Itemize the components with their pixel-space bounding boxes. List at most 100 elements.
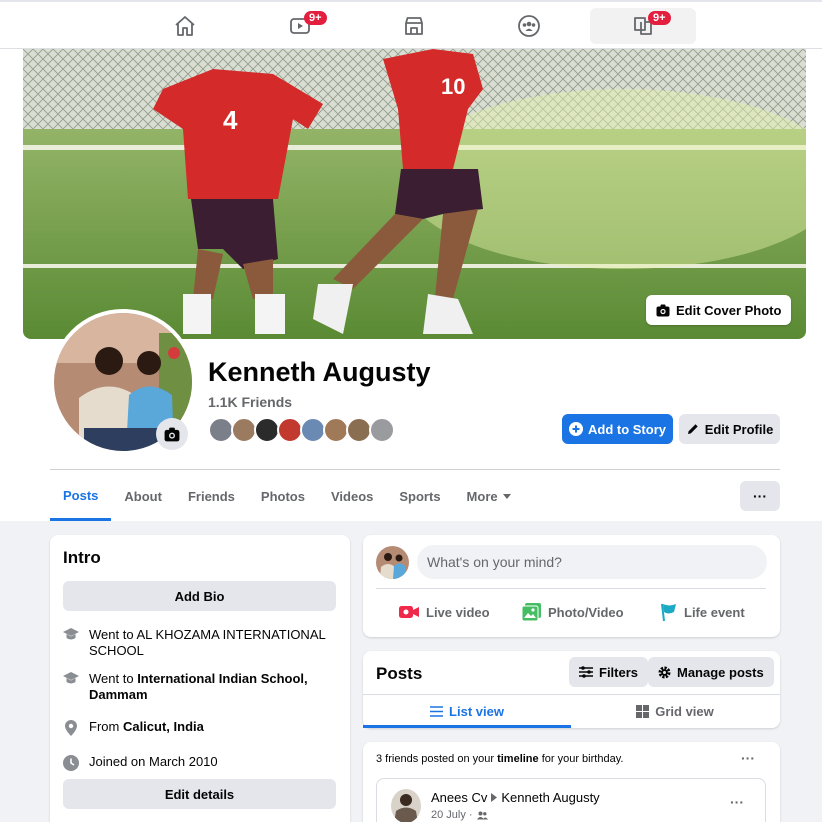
add-to-story-label: Add to Story (588, 421, 666, 437)
intro-joined: Joined on March 2010 (63, 754, 333, 771)
photo-video-icon (522, 603, 541, 621)
intro-card: Intro Add Bio Went to AL KHOZAMA INTERNA… (50, 535, 350, 822)
posts-header-card: Posts Filters Manage posts List view Gri… (363, 651, 780, 728)
update-avatar-button[interactable] (156, 418, 188, 450)
filter-sliders-icon (579, 666, 593, 678)
nav-watch[interactable]: 9+ (280, 8, 327, 44)
post-date[interactable]: 20 July · (431, 809, 473, 821)
add-bio-button[interactable]: Add Bio (63, 581, 336, 611)
profile-tabs: Posts About Friends Photos Videos Sports… (50, 472, 524, 521)
live-video-button[interactable]: Live video (399, 601, 490, 623)
photo-video-label: Photo/Video (548, 604, 624, 620)
hometown-name[interactable]: Calicut, India (123, 719, 204, 734)
tab-sports[interactable]: Sports (386, 472, 453, 521)
pencil-icon (687, 424, 698, 434)
school-prefix: Went to (89, 671, 138, 686)
nav-gaming[interactable]: 9+ (590, 8, 696, 44)
grid-view-tab[interactable]: Grid view (571, 695, 779, 728)
life-event-button[interactable]: Life event (661, 601, 745, 623)
joined-text: Joined on March 2010 (89, 754, 218, 769)
graduation-cap-icon (63, 672, 79, 684)
caret-right-icon (491, 793, 498, 802)
list-view-tab[interactable]: List view (363, 695, 571, 728)
edit-profile-label: Edit Profile (704, 421, 774, 437)
school-prefix: Went to (89, 627, 137, 642)
post-options-button[interactable]: ··· (741, 750, 755, 766)
header-divider (50, 469, 780, 470)
post-author-name[interactable]: Anees Cv (431, 790, 487, 805)
graduation-cap-icon (63, 628, 79, 640)
edit-details-button[interactable]: Edit details (63, 779, 336, 809)
tab-posts[interactable]: Posts (50, 472, 112, 521)
plus-circle-icon (569, 422, 583, 436)
gaming-badge: 9+ (648, 11, 671, 25)
camera-icon (656, 304, 670, 316)
timeline-link[interactable]: timeline (497, 753, 539, 765)
nav-groups[interactable] (509, 8, 549, 44)
profile-name: Kenneth Augusty (208, 357, 431, 387)
groups-icon (518, 15, 540, 37)
intro-title: Intro (63, 548, 101, 567)
post-author-line: Anees Cv Kenneth Augusty (431, 790, 600, 805)
intro-hometown: From Calicut, India (63, 719, 333, 736)
watch-badge: 9+ (304, 11, 327, 25)
list-view-icon (430, 706, 444, 717)
intro-school-1: Went to AL KHOZAMA INTERNATIONAL SCHOOL (63, 627, 333, 659)
svg-text:10: 10 (441, 74, 465, 99)
nav-home[interactable] (165, 8, 205, 44)
top-navigation: 9+ 9+ (0, 0, 822, 49)
birthday-post: Anees Cv Kenneth Augusty 20 July · ··· (376, 778, 766, 822)
tab-photos[interactable]: Photos (248, 472, 318, 521)
live-video-icon (399, 606, 419, 618)
author-avatar[interactable] (391, 789, 421, 822)
from-prefix: From (89, 719, 123, 734)
manage-posts-label: Manage posts (677, 664, 764, 680)
gear-icon (658, 666, 671, 678)
edit-cover-label: Edit Cover Photo (676, 302, 782, 318)
grid-view-label: Grid view (655, 704, 714, 719)
birthday-summary-post: 3 friends posted on your timeline for yo… (363, 742, 780, 822)
avatar-image (391, 789, 421, 822)
add-to-story-button[interactable]: Add to Story (562, 414, 673, 444)
life-event-label: Life event (684, 604, 745, 620)
more-options-button[interactable]: ··· (740, 481, 780, 511)
grid-view-icon (636, 705, 650, 718)
edit-profile-button[interactable]: Edit Profile (679, 414, 780, 444)
intro-school-2: Went to International Indian School, Dam… (63, 671, 333, 703)
post-options-button[interactable]: ··· (730, 794, 744, 810)
home-icon (175, 16, 195, 36)
friend-avatar[interactable] (369, 417, 395, 443)
post-meta: 20 July · (431, 809, 488, 821)
active-view-indicator (363, 725, 571, 728)
location-pin-icon (65, 720, 77, 736)
photo-video-button[interactable]: Photo/Video (522, 601, 624, 623)
posts-title: Posts (376, 664, 423, 683)
edit-cover-photo-button[interactable]: Edit Cover Photo (646, 295, 792, 325)
friends-count[interactable]: 1.1K Friends (208, 394, 292, 410)
camera-icon (164, 427, 180, 441)
post-composer: What's on your mind? Live video Photo/Vi… (363, 535, 780, 637)
composer-divider (376, 588, 766, 589)
marketplace-icon (405, 17, 423, 35)
flag-icon (661, 603, 676, 621)
tab-more-label: More (466, 489, 498, 504)
nav-marketplace[interactable] (394, 8, 434, 44)
manage-posts-button[interactable]: Manage posts (648, 657, 774, 687)
whats-on-your-mind-input[interactable]: What's on your mind? (417, 545, 767, 579)
post-target-name[interactable]: Kenneth Augusty (501, 790, 599, 805)
friend-avatars[interactable] (208, 417, 395, 443)
tab-videos[interactable]: Videos (318, 472, 386, 521)
filters-button[interactable]: Filters (569, 657, 649, 687)
composer-avatar[interactable] (376, 546, 409, 579)
birthday-summary-text: 3 friends posted on your timeline for yo… (376, 753, 624, 765)
avatar-image (376, 546, 409, 579)
tab-friends[interactable]: Friends (175, 472, 248, 521)
svg-text:4: 4 (223, 105, 238, 135)
live-video-label: Live video (426, 604, 490, 620)
filters-label: Filters (599, 664, 639, 680)
clock-icon (63, 755, 79, 771)
list-view-label: List view (449, 704, 504, 719)
friends-audience-icon (476, 811, 488, 819)
tab-more[interactable]: More (454, 472, 524, 521)
tab-about[interactable]: About (111, 472, 175, 521)
